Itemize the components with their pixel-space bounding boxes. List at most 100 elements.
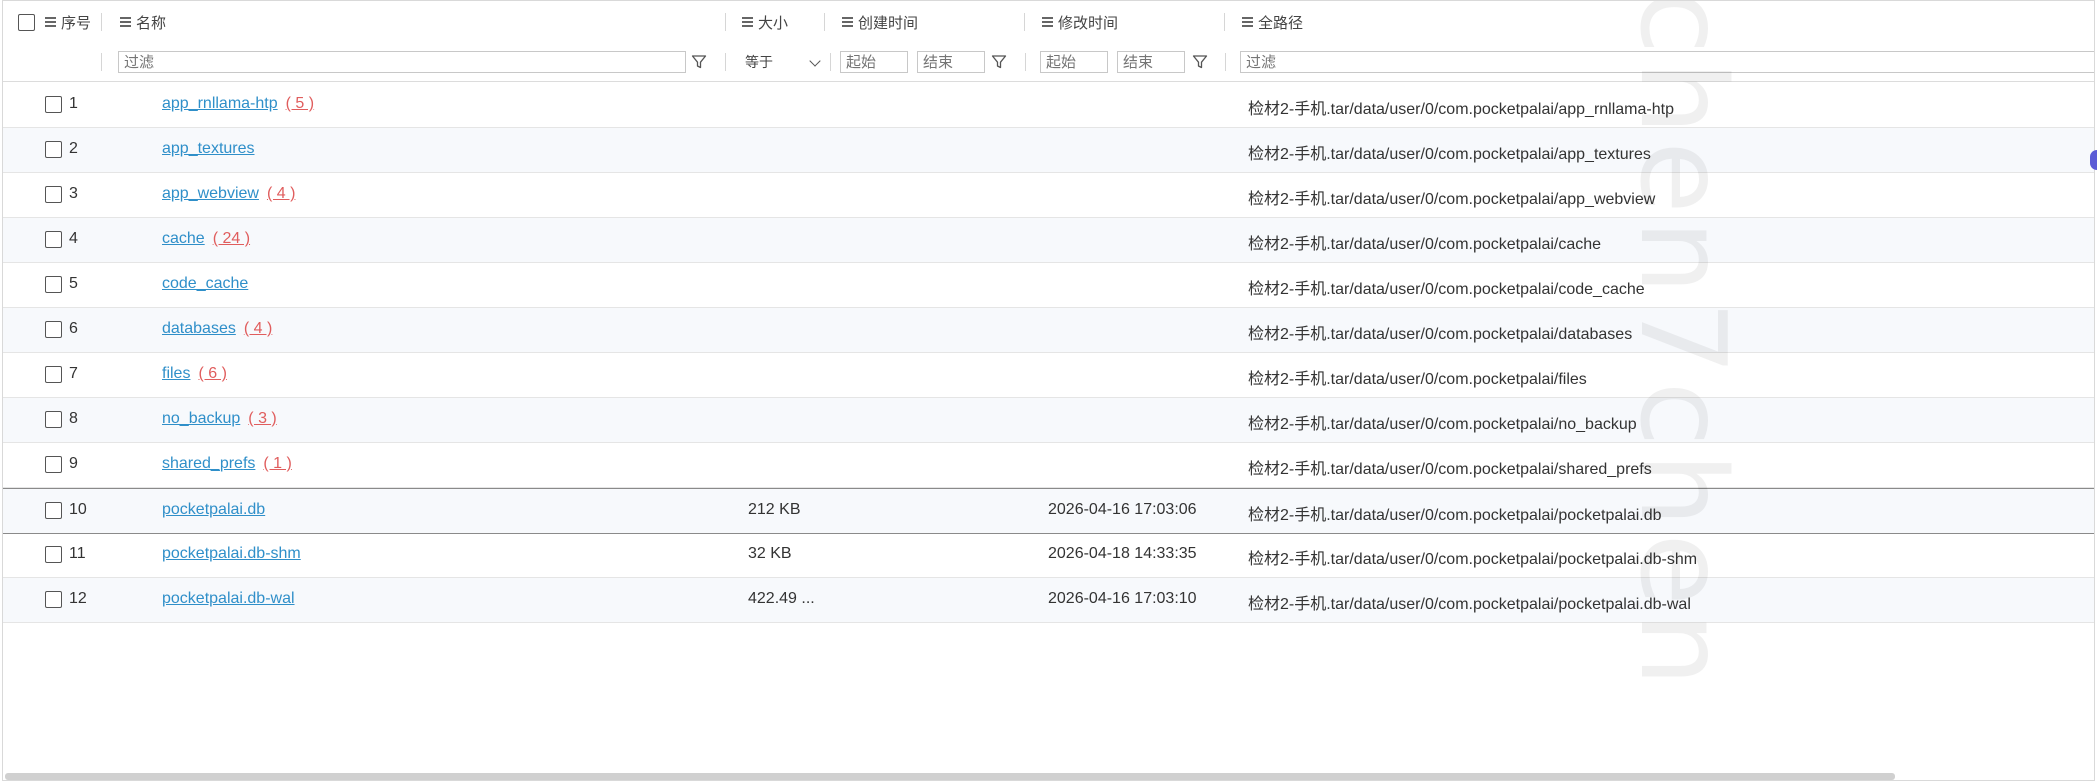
- column-menu-icon[interactable]: [842, 15, 853, 29]
- row-checkbox[interactable]: [45, 321, 62, 338]
- table-row[interactable]: 3 app_webview ( 4 ) 检材2-手机.tar/data/user/0/…: [3, 173, 2094, 218]
- column-menu-icon[interactable]: [45, 15, 56, 29]
- row-checkbox[interactable]: [45, 411, 62, 428]
- file-name-link[interactable]: pocketpalai.db-shm: [162, 545, 301, 562]
- column-divider: [1225, 53, 1226, 71]
- filter-icon[interactable]: [691, 54, 707, 70]
- row-seq: 11: [69, 545, 86, 562]
- row-checkbox[interactable]: [45, 141, 62, 158]
- table-header: 序号 名称 大小 创建时间 修改时间 全路径: [3, 1, 2094, 44]
- column-divider: [830, 53, 831, 71]
- table-row[interactable]: 6 databases ( 4 ) 检材2-手机.tar/data/user/0/co…: [3, 308, 2094, 353]
- file-name-link[interactable]: no_backup: [162, 410, 240, 427]
- path-filter-input[interactable]: [1240, 51, 2094, 73]
- file-name-link[interactable]: app_webview: [162, 185, 259, 202]
- table-row[interactable]: 7 files ( 6 ) 检材2-手机.tar/data/user/0/com.po…: [3, 353, 2094, 398]
- row-size: 32 KB: [748, 545, 792, 562]
- row-full-path: 检材2-手机.tar/data/user/0/com.pocketpalai/a…: [1248, 146, 1651, 163]
- row-name: pocketpalai.db-wal: [162, 590, 295, 608]
- table-row[interactable]: 12 pocketpalai.db-wal 422.49 ... 2026-04-16…: [3, 578, 2094, 623]
- table-row[interactable]: 5 code_cache 检材2-手机.tar/data/user/0/com.po…: [3, 263, 2094, 308]
- row-checkbox[interactable]: [45, 502, 62, 519]
- child-count[interactable]: ( 4 ): [244, 320, 272, 337]
- row-checkbox[interactable]: [45, 591, 62, 608]
- row-checkbox[interactable]: [45, 231, 62, 248]
- row-name: cache ( 24 ): [162, 230, 250, 248]
- child-count[interactable]: ( 3 ): [248, 410, 276, 427]
- row-name: pocketpalai.db: [162, 501, 265, 519]
- table-row[interactable]: 1 app_rnllama-htp ( 5 ) 检材2-手机.tar/data/use…: [3, 83, 2094, 128]
- column-divider[interactable]: [101, 13, 102, 31]
- column-header-size[interactable]: 大小: [742, 1, 788, 43]
- row-checkbox[interactable]: [45, 456, 62, 473]
- table-row[interactable]: 10 pocketpalai.db 212 KB 2026-04-16 17:03:0…: [3, 488, 2094, 534]
- row-checkbox[interactable]: [45, 366, 62, 383]
- column-label: 全路径: [1258, 14, 1304, 32]
- name-filter-input[interactable]: [118, 51, 686, 73]
- column-menu-icon[interactable]: [120, 15, 131, 29]
- file-name-link[interactable]: pocketpalai.db: [162, 501, 265, 518]
- row-checkbox[interactable]: [45, 546, 62, 563]
- child-count[interactable]: ( 5 ): [286, 95, 314, 112]
- row-name: code_cache: [162, 275, 248, 293]
- file-name-link[interactable]: files: [162, 365, 190, 382]
- modified-start-input[interactable]: [1040, 51, 1108, 73]
- child-count[interactable]: ( 24 ): [213, 230, 250, 247]
- column-divider[interactable]: [824, 13, 825, 31]
- size-operator-value: 等于: [745, 54, 773, 70]
- row-checkbox[interactable]: [45, 186, 62, 203]
- file-name-link[interactable]: app_rnllama-htp: [162, 95, 278, 112]
- row-name: pocketpalai.db-shm: [162, 545, 301, 563]
- file-name-link[interactable]: shared_prefs: [162, 455, 255, 472]
- row-modified-time: 2026-04-16 17:03:06: [1048, 501, 1197, 518]
- row-seq: 3: [69, 185, 78, 202]
- row-full-path: 检材2-手机.tar/data/user/0/com.pocketpalai/s…: [1248, 461, 1652, 478]
- table-row[interactable]: 11 pocketpalai.db-shm 32 KB 2026-04-18 14:3…: [3, 533, 2094, 578]
- row-seq: 2: [69, 140, 78, 157]
- created-start-input[interactable]: [840, 51, 908, 73]
- select-all-checkbox[interactable]: [18, 13, 35, 31]
- column-divider[interactable]: [725, 13, 726, 31]
- floating-assistant-handle[interactable]: [2090, 150, 2097, 170]
- horizontal-scrollbar[interactable]: [5, 773, 1895, 780]
- filter-icon[interactable]: [1192, 54, 1208, 70]
- child-count[interactable]: ( 1 ): [263, 455, 291, 472]
- column-header-created[interactable]: 创建时间: [842, 1, 918, 43]
- file-name-link[interactable]: cache: [162, 230, 205, 247]
- column-header-path[interactable]: 全路径: [1242, 1, 1303, 43]
- file-name-link[interactable]: pocketpalai.db-wal: [162, 590, 295, 607]
- filter-icon[interactable]: [991, 54, 1007, 70]
- modified-end-input[interactable]: [1117, 51, 1185, 73]
- file-name-link[interactable]: app_textures: [162, 140, 255, 157]
- row-checkbox[interactable]: [45, 276, 62, 293]
- column-menu-icon[interactable]: [742, 15, 753, 29]
- column-header-seq[interactable]: 序号: [45, 1, 91, 43]
- column-divider[interactable]: [1224, 13, 1225, 31]
- table-row[interactable]: 8 no_backup ( 3 ) 检材2-手机.tar/data/user/0/co…: [3, 398, 2094, 443]
- row-size: 212 KB: [748, 501, 801, 518]
- row-name: app_rnllama-htp ( 5 ): [162, 95, 314, 113]
- row-checkbox[interactable]: [45, 96, 62, 113]
- file-name-link[interactable]: code_cache: [162, 275, 248, 292]
- row-full-path: 检材2-手机.tar/data/user/0/com.pocketpalai/n…: [1248, 416, 1637, 433]
- child-count[interactable]: ( 6 ): [198, 365, 226, 382]
- column-menu-icon[interactable]: [1242, 15, 1253, 29]
- row-seq: 10: [69, 501, 87, 518]
- child-count[interactable]: ( 4 ): [267, 185, 295, 202]
- row-size: 422.49 ...: [748, 590, 815, 607]
- column-divider[interactable]: [1024, 13, 1025, 31]
- column-label: 序号: [61, 14, 92, 32]
- table-row[interactable]: 2 app_textures 检材2-手机.tar/data/user/0/com.…: [3, 128, 2094, 173]
- table-row[interactable]: 4 cache ( 24 ) 检材2-手机.tar/data/user/0/com.p…: [3, 218, 2094, 263]
- row-name: files ( 6 ): [162, 365, 227, 383]
- column-header-name[interactable]: 名称: [120, 1, 166, 43]
- created-end-input[interactable]: [917, 51, 985, 73]
- column-menu-icon[interactable]: [1042, 15, 1053, 29]
- row-full-path: 检材2-手机.tar/data/user/0/com.pocketpalai/a…: [1248, 191, 1656, 208]
- row-full-path: 检材2-手机.tar/data/user/0/com.pocketpalai/p…: [1248, 596, 1691, 613]
- column-header-modified[interactable]: 修改时间: [1042, 1, 1118, 43]
- table-row[interactable]: 9 shared_prefs ( 1 ) 检材2-手机.tar/data/user/0…: [3, 443, 2094, 488]
- row-name: app_textures: [162, 140, 255, 158]
- file-name-link[interactable]: databases: [162, 320, 236, 337]
- file-table: 序号 名称 大小 创建时间 修改时间 全路径 过滤 等于 起始 结束 起始 结束…: [2, 0, 2095, 781]
